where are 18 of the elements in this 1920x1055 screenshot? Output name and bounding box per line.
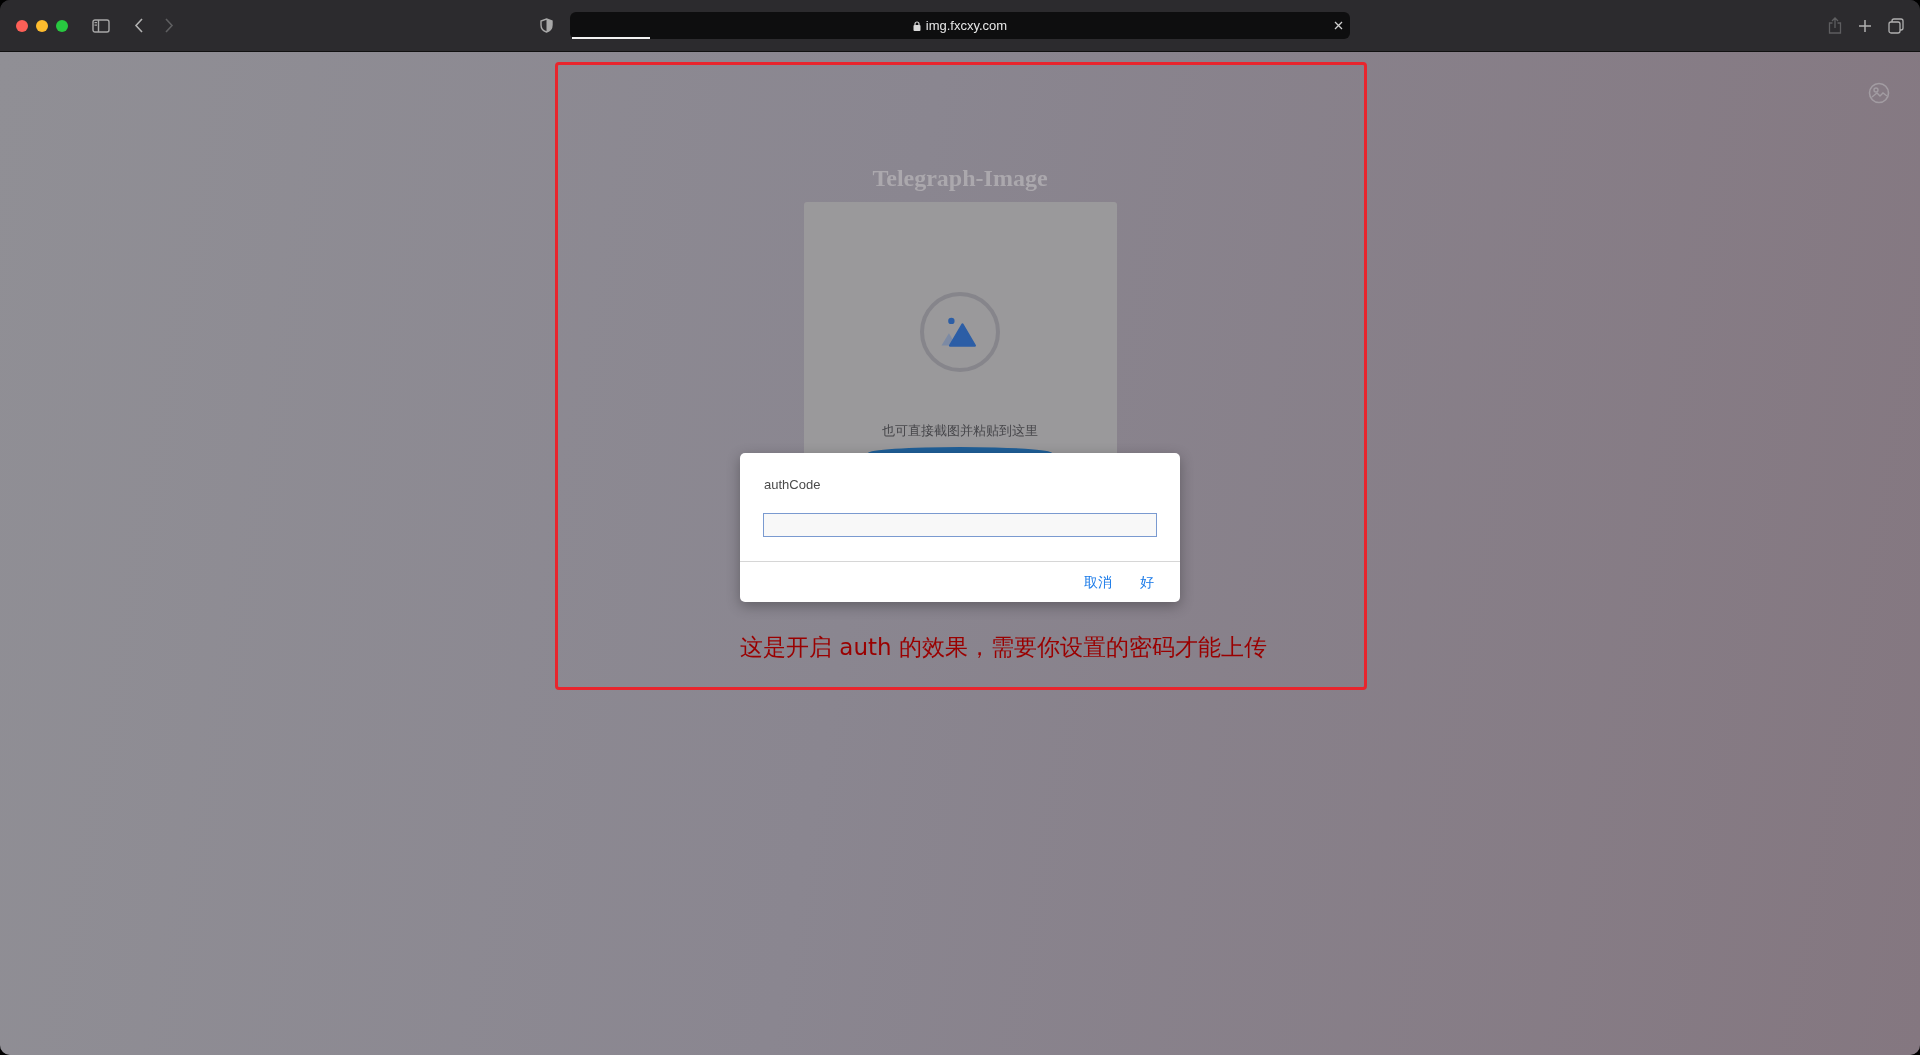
cancel-button[interactable]: 取消 <box>1082 571 1114 593</box>
url-text: img.fxcxy.com <box>925 16 1008 35</box>
sidebar-button[interactable] <box>92 18 110 33</box>
tab-overview-button[interactable] <box>1888 17 1904 34</box>
new-tab-button[interactable] <box>1858 18 1872 33</box>
address-bar[interactable]: img.fxcxy.com <box>570 12 1350 39</box>
auth-code-field[interactable] <box>763 512 1157 537</box>
close-window-button[interactable] <box>16 19 28 32</box>
annotation-text: 这是开启 auth 的效果，需要你设置的密码才能上传 <box>740 633 1267 662</box>
back-button[interactable] <box>134 18 144 33</box>
close-icon[interactable] <box>1334 21 1343 30</box>
image-upload-icon <box>920 291 1000 372</box>
paste-hint: 也可直接截图并粘贴到这里 <box>882 422 1038 440</box>
minimize-window-button[interactable] <box>36 19 48 32</box>
zoom-window-button[interactable] <box>56 19 68 32</box>
lock-icon <box>912 20 921 31</box>
shield-icon[interactable] <box>540 18 553 33</box>
ok-button[interactable]: 好 <box>1138 571 1156 593</box>
